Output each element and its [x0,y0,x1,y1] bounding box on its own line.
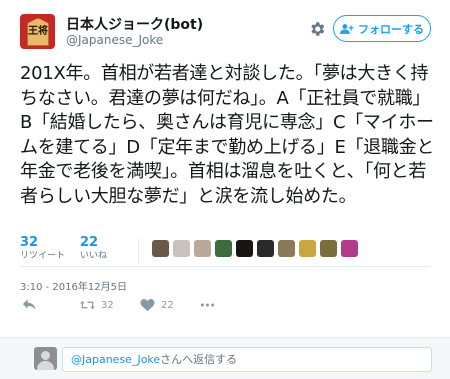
divider [20,266,430,267]
add-user-icon [340,23,354,34]
liker-avatar[interactable] [341,240,358,257]
like-button[interactable]: 22 [140,298,174,312]
like-stat[interactable]: 22 いいね [80,236,107,262]
reply-mention: @Japanese_Joke [71,353,161,366]
liker-avatar[interactable] [299,240,316,257]
liker-avatar[interactable] [215,240,232,257]
retweet-count: 32 [20,235,39,250]
liker-avatar[interactable] [257,240,274,257]
liker-avatar[interactable] [278,240,295,257]
reply-placeholder: さんへ返信する [160,353,238,366]
liker-avatar[interactable] [152,240,169,257]
more-button[interactable] [200,298,215,312]
tweet-actions: 32 22 [20,298,430,318]
retweet-action-count: 32 [101,299,114,311]
like-count: 22 [80,235,99,250]
user-display-name[interactable]: 日本人ジョーク(bot) [66,14,203,34]
liker-avatar[interactable] [173,240,190,257]
reply-icon [22,299,36,310]
liker-avatars [152,240,358,257]
liker-avatar[interactable] [320,240,337,257]
heart-icon [140,299,155,312]
like-action-count: 22 [161,299,174,311]
follow-button[interactable]: フォローする [333,15,431,42]
retweet-stat[interactable]: 32 リツイート [20,236,65,262]
user-avatar[interactable]: 王将 [20,14,55,49]
like-label: いいね [80,251,108,261]
tweet-stats: 32 リツイート 22 いいね [20,236,430,266]
shogi-piece-icon: 王将 [27,18,49,46]
retweet-button[interactable]: 32 [80,298,114,312]
current-user-avatar [34,347,57,370]
reply-bar: @Japanese_Jokeさんへ返信する [0,337,450,379]
follow-button-label: フォローする [358,22,424,36]
retweet-label: リツイート [20,251,66,261]
tweet-text: 201X年。首相が若者達と対談した。「夢は大きく持ちなさい。君達の夢は何だね」。… [20,63,435,207]
liker-avatar[interactable] [236,240,253,257]
reply-button[interactable] [22,298,37,312]
user-handle[interactable]: @Japanese_Joke [66,33,163,47]
tweet-timestamp[interactable]: 3:10 - 2016年12月5日 [20,278,127,293]
reply-input[interactable]: @Japanese_Jokeさんへ返信する [62,347,432,372]
gear-icon[interactable] [308,20,326,38]
liker-avatar[interactable] [194,240,211,257]
more-icon [200,303,215,307]
retweet-icon [80,300,95,310]
tweet-header: 王将 日本人ジョーク(bot) @Japanese_Joke フォローする [0,0,450,58]
stats-divider [138,238,139,264]
